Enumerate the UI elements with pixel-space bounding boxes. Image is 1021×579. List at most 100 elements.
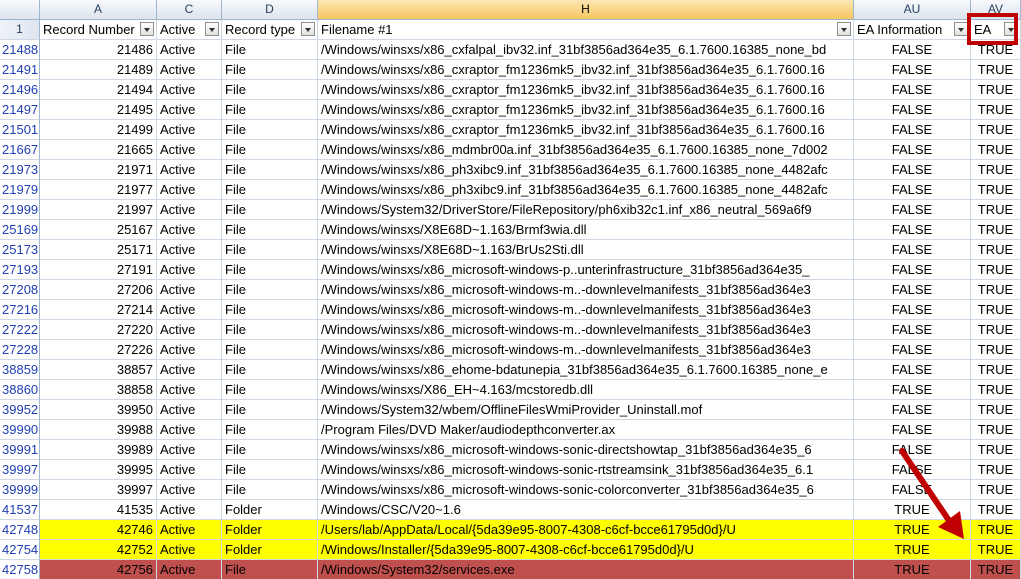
- record-type-cell[interactable]: File: [222, 240, 318, 260]
- ea-cell[interactable]: TRUE: [971, 120, 1021, 140]
- column-letter-c[interactable]: C: [157, 0, 222, 20]
- ea-information-cell[interactable]: FALSE: [854, 100, 971, 120]
- column-letter-av[interactable]: AV: [971, 0, 1021, 20]
- record-number-cell[interactable]: 41535: [40, 500, 157, 520]
- ea-cell[interactable]: TRUE: [971, 100, 1021, 120]
- row-number[interactable]: 42748: [0, 520, 40, 540]
- ea-information-cell[interactable]: FALSE: [854, 260, 971, 280]
- row-number[interactable]: 27208: [0, 280, 40, 300]
- ea-information-cell[interactable]: TRUE: [854, 520, 971, 540]
- record-number-cell[interactable]: 42752: [40, 540, 157, 560]
- record-number-cell[interactable]: 39988: [40, 420, 157, 440]
- filename-cell[interactable]: /Windows/winsxs/x86_ehome-bdatunepia_31b…: [318, 360, 854, 380]
- record-number-cell[interactable]: 27220: [40, 320, 157, 340]
- row-number[interactable]: 21497: [0, 100, 40, 120]
- ea-information-cell[interactable]: TRUE: [854, 560, 971, 579]
- record-type-cell[interactable]: Folder: [222, 520, 318, 540]
- ea-information-cell[interactable]: FALSE: [854, 440, 971, 460]
- record-type-cell[interactable]: File: [222, 400, 318, 420]
- filename-cell[interactable]: /Windows/winsxs/x86_ph3xibc9.inf_31bf385…: [318, 160, 854, 180]
- header-filename[interactable]: Filename #1: [318, 20, 854, 40]
- record-number-cell[interactable]: 27214: [40, 300, 157, 320]
- filename-cell[interactable]: /Windows/winsxs/x86_ph3xibc9.inf_31bf385…: [318, 180, 854, 200]
- ea-cell[interactable]: TRUE: [971, 400, 1021, 420]
- record-type-cell[interactable]: File: [222, 80, 318, 100]
- record-number-cell[interactable]: 21499: [40, 120, 157, 140]
- ea-cell[interactable]: TRUE: [971, 280, 1021, 300]
- ea-cell[interactable]: TRUE: [971, 220, 1021, 240]
- record-type-cell[interactable]: File: [222, 260, 318, 280]
- record-type-cell[interactable]: File: [222, 340, 318, 360]
- active-cell[interactable]: Active: [157, 440, 222, 460]
- column-letter-au[interactable]: AU: [854, 0, 971, 20]
- ea-information-cell[interactable]: FALSE: [854, 120, 971, 140]
- row-number[interactable]: 42758: [0, 560, 40, 579]
- active-cell[interactable]: Active: [157, 80, 222, 100]
- column-letter-a[interactable]: A: [40, 0, 157, 20]
- filename-cell[interactable]: /Windows/winsxs/x86_cxfalpal_ibv32.inf_3…: [318, 40, 854, 60]
- record-type-cell[interactable]: File: [222, 60, 318, 80]
- row-number[interactable]: 39990: [0, 420, 40, 440]
- filename-cell[interactable]: /Windows/winsxs/x86_microsoft-windows-m.…: [318, 300, 854, 320]
- ea-cell[interactable]: TRUE: [971, 320, 1021, 340]
- filename-cell[interactable]: /Windows/winsxs/x86_microsoft-windows-m.…: [318, 280, 854, 300]
- record-type-cell[interactable]: File: [222, 100, 318, 120]
- ea-cell[interactable]: TRUE: [971, 360, 1021, 380]
- filename-cell[interactable]: /Windows/winsxs/x86_microsoft-windows-so…: [318, 480, 854, 500]
- row-number[interactable]: 39997: [0, 460, 40, 480]
- record-type-cell[interactable]: File: [222, 120, 318, 140]
- active-cell[interactable]: Active: [157, 40, 222, 60]
- row-number[interactable]: 21667: [0, 140, 40, 160]
- ea-information-cell[interactable]: FALSE: [854, 240, 971, 260]
- ea-information-cell[interactable]: FALSE: [854, 160, 971, 180]
- record-type-cell[interactable]: File: [222, 40, 318, 60]
- filename-cell[interactable]: /Windows/winsxs/X8E68D~1.163/BrUs2Sti.dl…: [318, 240, 854, 260]
- ea-cell[interactable]: TRUE: [971, 540, 1021, 560]
- record-number-cell[interactable]: 21971: [40, 160, 157, 180]
- record-type-cell[interactable]: File: [222, 320, 318, 340]
- header-record-type[interactable]: Record type: [222, 20, 318, 40]
- active-cell[interactable]: Active: [157, 220, 222, 240]
- active-cell[interactable]: Active: [157, 480, 222, 500]
- ea-information-cell[interactable]: FALSE: [854, 320, 971, 340]
- filename-cell[interactable]: /Windows/CSC/V20~1.6: [318, 500, 854, 520]
- active-cell[interactable]: Active: [157, 120, 222, 140]
- ea-information-cell[interactable]: FALSE: [854, 360, 971, 380]
- row-number[interactable]: 21488: [0, 40, 40, 60]
- filter-dropdown-icon[interactable]: [140, 22, 154, 36]
- ea-information-cell[interactable]: FALSE: [854, 340, 971, 360]
- filename-cell[interactable]: /Users/lab/AppData/Local/{5da39e95-8007-…: [318, 520, 854, 540]
- row-number[interactable]: 41537: [0, 500, 40, 520]
- row-number[interactable]: 39991: [0, 440, 40, 460]
- active-cell[interactable]: Active: [157, 540, 222, 560]
- ea-cell[interactable]: TRUE: [971, 180, 1021, 200]
- row-number[interactable]: 27193: [0, 260, 40, 280]
- record-type-cell[interactable]: File: [222, 560, 318, 579]
- record-number-cell[interactable]: 25171: [40, 240, 157, 260]
- ea-cell[interactable]: TRUE: [971, 440, 1021, 460]
- ea-cell[interactable]: TRUE: [971, 40, 1021, 60]
- record-number-cell[interactable]: 21977: [40, 180, 157, 200]
- filename-cell[interactable]: /Windows/winsxs/x86_microsoft-windows-m.…: [318, 340, 854, 360]
- ea-information-cell[interactable]: FALSE: [854, 140, 971, 160]
- record-type-cell[interactable]: File: [222, 180, 318, 200]
- record-type-cell[interactable]: File: [222, 220, 318, 240]
- ea-information-cell[interactable]: FALSE: [854, 480, 971, 500]
- ea-cell[interactable]: TRUE: [971, 340, 1021, 360]
- active-cell[interactable]: Active: [157, 460, 222, 480]
- active-cell[interactable]: Active: [157, 500, 222, 520]
- ea-information-cell[interactable]: TRUE: [854, 540, 971, 560]
- record-number-cell[interactable]: 42756: [40, 560, 157, 579]
- row-number[interactable]: 21979: [0, 180, 40, 200]
- record-type-cell[interactable]: File: [222, 440, 318, 460]
- ea-information-cell[interactable]: FALSE: [854, 40, 971, 60]
- record-number-cell[interactable]: 21495: [40, 100, 157, 120]
- active-cell[interactable]: Active: [157, 140, 222, 160]
- filename-cell[interactable]: /Windows/winsxs/x86_microsoft-windows-so…: [318, 440, 854, 460]
- column-letter-d[interactable]: D: [222, 0, 318, 20]
- record-number-cell[interactable]: 39997: [40, 480, 157, 500]
- row-number[interactable]: 1: [0, 20, 40, 40]
- active-cell[interactable]: Active: [157, 560, 222, 579]
- filename-cell[interactable]: /Windows/winsxs/X86_EH~4.163/mcstoredb.d…: [318, 380, 854, 400]
- filename-cell[interactable]: /Windows/winsxs/x86_microsoft-windows-m.…: [318, 320, 854, 340]
